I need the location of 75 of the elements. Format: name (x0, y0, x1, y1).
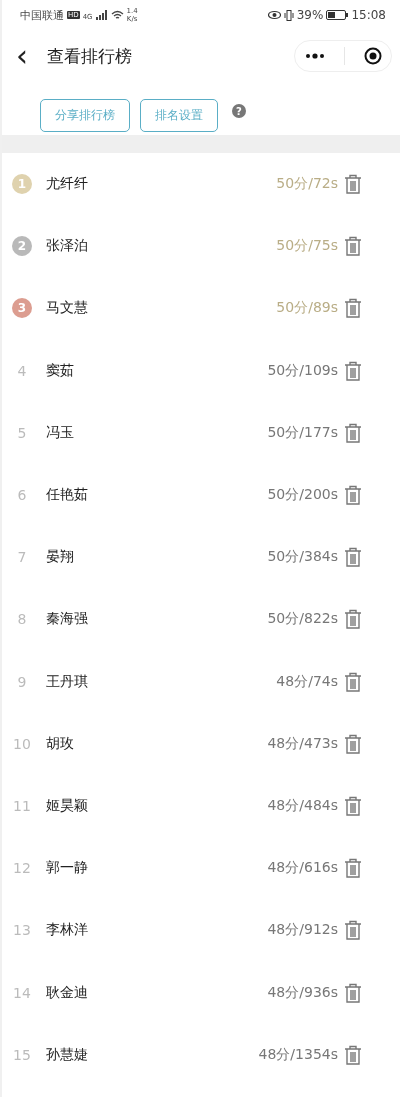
player-name: 窦茹 (46, 361, 75, 380)
rank-number: 7 (16, 548, 28, 568)
trash-icon (344, 360, 362, 381)
vibrate-icon (283, 9, 294, 21)
signal-icon (95, 10, 108, 20)
score-time: 48分/484s (267, 796, 338, 815)
rank-number: 8 (16, 610, 28, 630)
score-time: 50分/89s (276, 299, 338, 318)
rank-medal: 3 (12, 298, 32, 319)
rank-number: 14 (12, 983, 32, 1003)
player-name: 秦海强 (46, 610, 89, 629)
more-icon[interactable] (304, 53, 325, 59)
score-time: 50分/75s (276, 237, 338, 256)
trash-icon (344, 547, 362, 568)
score-time: 50分/109s (267, 361, 338, 380)
rank-number: 9 (16, 672, 28, 692)
eye-icon (267, 10, 281, 20)
battery-percent: 39% (296, 8, 324, 22)
wifi-icon (110, 10, 124, 20)
trash-icon (344, 920, 362, 941)
player-name: 郭一静 (46, 859, 89, 878)
score-time: 50分/822s (267, 610, 338, 629)
rank-number: 4 (16, 361, 28, 381)
trash-icon (344, 733, 362, 754)
score-time: 48分/74s (276, 672, 338, 691)
trash-icon (344, 982, 362, 1003)
player-name: 任艳茹 (46, 486, 89, 505)
score-time: 48分/1354s (258, 1045, 338, 1064)
score-time: 48分/616s (267, 859, 338, 878)
close-icon[interactable] (363, 47, 382, 65)
rank-number: 15 (12, 1045, 32, 1065)
rank-number: 12 (12, 859, 32, 879)
rank-number: 10 (12, 734, 32, 754)
help-icon[interactable]: ? (232, 104, 246, 118)
player-name: 马文慧 (46, 299, 89, 318)
trash-icon (344, 298, 362, 319)
trash-icon (344, 485, 362, 506)
player-name: 胡玫 (46, 734, 75, 753)
trash-icon (344, 422, 362, 443)
player-name: 张泽泊 (46, 237, 89, 256)
player-name: 尤纤纤 (46, 175, 89, 194)
rank-number: 5 (16, 423, 28, 443)
trash-icon (344, 236, 362, 257)
player-name: 耿金迪 (46, 983, 89, 1002)
trash-icon (344, 671, 362, 692)
score-time: 50分/177s (267, 423, 338, 442)
score-time: 50分/200s (267, 486, 338, 505)
trash-icon (344, 1044, 362, 1065)
player-name: 王丹琪 (46, 672, 89, 691)
player-name: 晏翔 (46, 548, 75, 567)
player-name: 姬昊颖 (46, 796, 89, 815)
trash-icon (344, 174, 362, 195)
rank-medal: 2 (12, 236, 32, 257)
score-time: 50分/72s (276, 175, 338, 194)
trash-icon (344, 858, 362, 879)
player-name: 冯玉 (46, 423, 75, 442)
score-time: 50分/384s (267, 548, 338, 567)
player-name: 李林洋 (46, 921, 89, 940)
clock-time: 15:08 (351, 8, 386, 22)
back-button[interactable]: ‹ (16, 41, 44, 71)
carrier-name: 中国联通 (20, 7, 64, 23)
trash-icon (344, 795, 362, 816)
battery-icon (326, 10, 349, 20)
trash-icon (344, 609, 362, 630)
score-time: 48分/936s (267, 983, 338, 1002)
score-time: 48分/912s (267, 921, 338, 940)
action-button[interactable]: 排名设置 (140, 98, 218, 132)
rank-medal: 1 (12, 174, 32, 195)
action-button[interactable]: 分享排行榜 (40, 98, 130, 132)
player-name: 孙慧婕 (46, 1045, 89, 1064)
score-time: 48分/473s (267, 734, 338, 753)
rank-number: 11 (12, 796, 32, 816)
page-title: 查看排行榜 (47, 44, 133, 68)
rank-number: 13 (12, 921, 32, 941)
rank-number: 6 (16, 486, 28, 506)
